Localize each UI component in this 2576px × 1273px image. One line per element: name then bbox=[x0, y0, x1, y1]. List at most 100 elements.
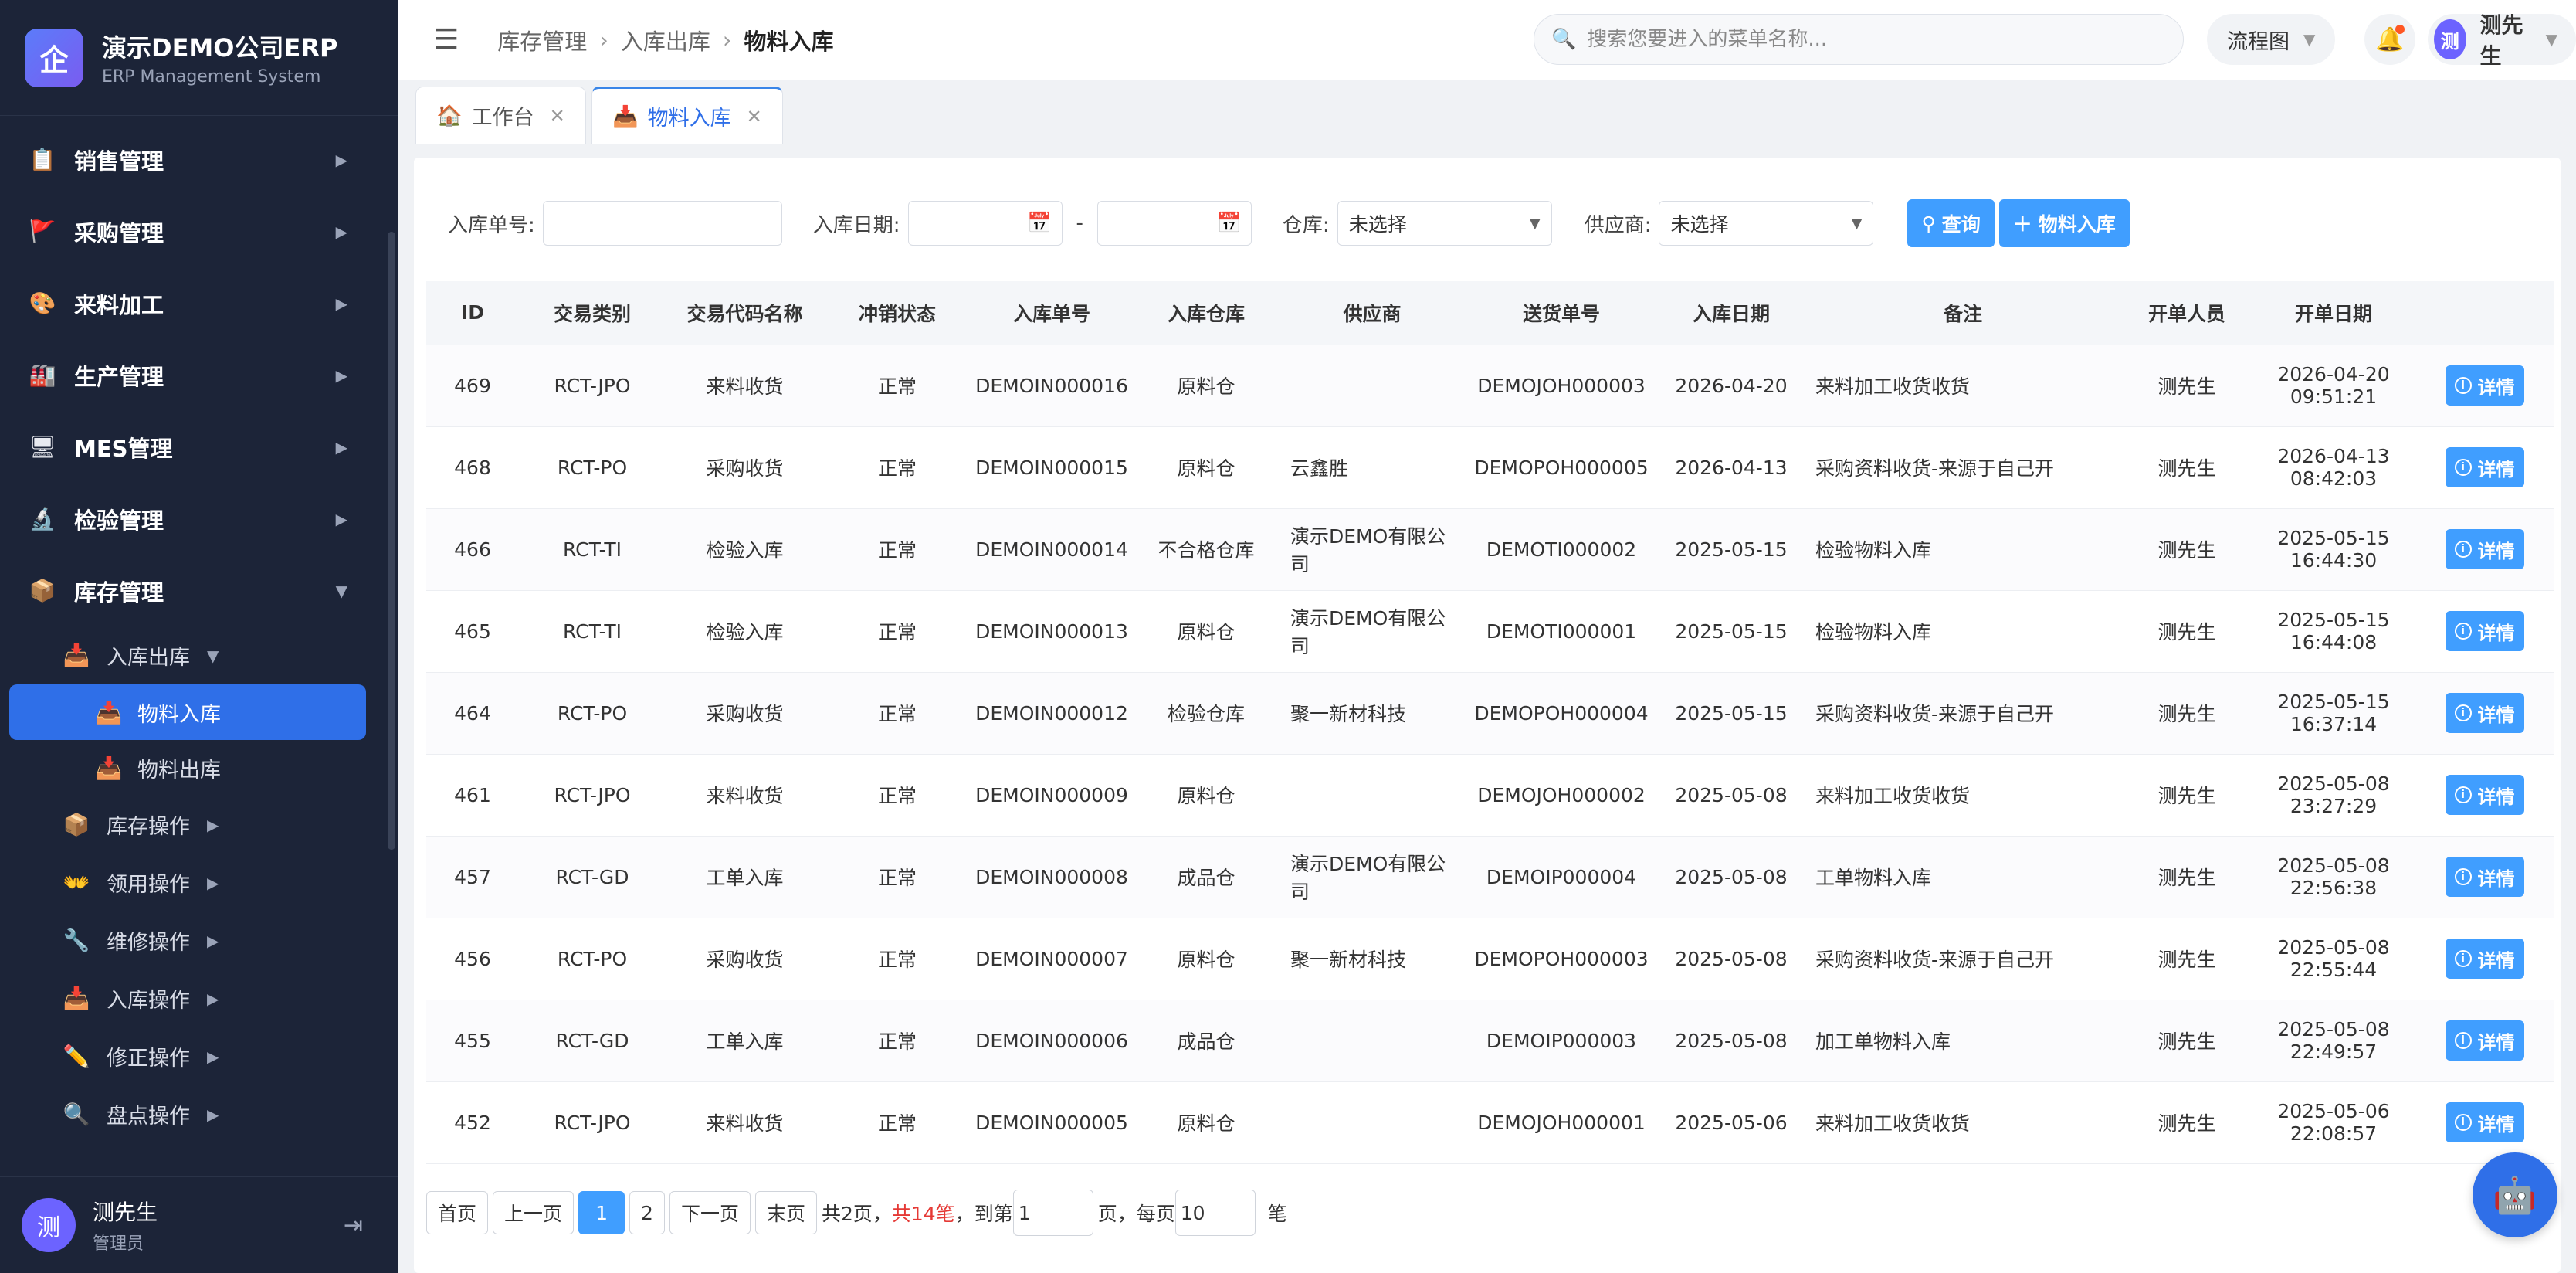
chevron-right-icon: ▶ bbox=[207, 989, 219, 1008]
sidebar-item-inventory[interactable]: 📦 库存管理 ▼ bbox=[0, 555, 386, 626]
flowchart-dropdown[interactable]: 流程图 ▼ bbox=[2207, 14, 2336, 65]
column-header[interactable]: 送货单号 bbox=[1465, 281, 1658, 345]
page-1-button[interactable]: 1 bbox=[578, 1191, 625, 1234]
table-row[interactable]: 457 RCT-GD 工单入库 正常 DEMOIN000008 成品仓 演示DEMO有限公司… bbox=[426, 836, 2554, 918]
next-page-button[interactable]: 下一页 bbox=[669, 1191, 751, 1234]
sidebar-leaf-material-in[interactable]: 📥 物料入库 bbox=[9, 684, 366, 740]
breadcrumb-current: 物料入库 bbox=[744, 28, 834, 55]
query-button[interactable]: ⚲ 查询 bbox=[1907, 199, 1995, 247]
goto-page-input[interactable]: 1 bbox=[1012, 1190, 1093, 1236]
chevron-down-icon: ▼ bbox=[207, 646, 219, 665]
column-header[interactable]: ID bbox=[426, 281, 519, 345]
prev-page-button[interactable]: 上一页 bbox=[493, 1191, 575, 1234]
sidebar-subitem-inbound[interactable]: 📥 入库操作 ▶ bbox=[0, 969, 386, 1027]
table-row[interactable]: 456 RCT-PO 采购收货 正常 DEMOIN000007 原料仓 聚一新材科技 DEMO… bbox=[426, 918, 2554, 1000]
detail-button[interactable]: i 详情 bbox=[2445, 1020, 2524, 1061]
breadcrumb-item[interactable]: 入库出库 bbox=[621, 24, 710, 56]
table-row[interactable]: 465 RCT-TI 检验入库 正常 DEMOIN000013 原料仓 演示DEMO有限公司… bbox=[426, 590, 2554, 673]
sidebar-subitem-stock-op[interactable]: 📦 库存操作 ▶ bbox=[0, 796, 386, 854]
start-date-picker[interactable]: 📅 bbox=[907, 201, 1063, 246]
logout-icon[interactable]: ⇥ bbox=[344, 1212, 363, 1239]
sidebar-item-sales[interactable]: 📋 销售管理 ▶ bbox=[0, 124, 386, 195]
close-icon[interactable]: ✕ bbox=[550, 105, 565, 127]
sidebar-subitem-label: 库存操作 bbox=[107, 815, 190, 839]
detail-button[interactable]: i 详情 bbox=[2445, 611, 2524, 651]
column-header[interactable]: 供应商 bbox=[1280, 281, 1465, 345]
last-page-button[interactable]: 末页 bbox=[754, 1191, 817, 1234]
cell-type: RCT-JPO bbox=[519, 1081, 666, 1164]
sidebar-subitem-label: 入库操作 bbox=[107, 989, 190, 1013]
detail-button[interactable]: i 详情 bbox=[2445, 447, 2524, 487]
column-header[interactable]: 交易类别 bbox=[519, 281, 666, 345]
add-material-in-button[interactable]: ＋ 物料入库 bbox=[1998, 199, 2130, 247]
column-header[interactable]: 入库单号 bbox=[971, 281, 1133, 345]
column-header[interactable]: 冲销状态 bbox=[824, 281, 971, 345]
detail-button[interactable]: i 详情 bbox=[2445, 1102, 2524, 1142]
column-header[interactable]: 入库日期 bbox=[1658, 281, 1805, 345]
header-user-menu[interactable]: 测 测先生 ▼ bbox=[2428, 12, 2576, 69]
sidebar-subitem-repair[interactable]: 🔧 维修操作 ▶ bbox=[0, 911, 386, 969]
sidebar-item-production[interactable]: 🏭 生产管理 ▶ bbox=[0, 339, 386, 411]
chevron-right-icon: ▶ bbox=[207, 873, 219, 892]
sidebar-subitem-requisition[interactable]: 👐 领用操作 ▶ bbox=[0, 854, 386, 911]
table-row[interactable]: 455 RCT-GD 工单入库 正常 DEMOIN000006 成品仓 DEMOIP0000… bbox=[426, 1000, 2554, 1082]
detail-button[interactable]: i 详情 bbox=[2445, 365, 2524, 406]
sidebar-subitem-in-out[interactable]: 📥 入库出库 ▼ bbox=[0, 626, 386, 684]
notification-bell-icon[interactable]: 🔔 bbox=[2364, 14, 2415, 65]
table-row[interactable]: 469 RCT-JPO 来料收货 正常 DEMOIN000016 原料仓 DEMOJOH00… bbox=[426, 345, 2554, 427]
sidebar-leaf-material-out[interactable]: 📥 物料出库 bbox=[0, 740, 386, 796]
sidebar-scrollbar[interactable] bbox=[388, 232, 395, 850]
column-header[interactable]: 备注 bbox=[1805, 281, 2121, 345]
sidebar-item-mes[interactable]: 🖥 MES管理 ▶ bbox=[0, 411, 386, 483]
hamburger-menu-icon[interactable]: ☰ bbox=[434, 24, 459, 56]
end-date-picker[interactable]: 📅 bbox=[1096, 201, 1252, 246]
warehouse-select[interactable]: 未选择 ▼ bbox=[1337, 201, 1552, 246]
detail-button[interactable]: i 详情 bbox=[2445, 857, 2524, 897]
column-header[interactable]: 交易代码名称 bbox=[666, 281, 824, 345]
detail-button[interactable]: i 详情 bbox=[2445, 693, 2524, 733]
table-row[interactable]: 468 RCT-PO 采购收货 正常 DEMOIN000015 原料仓 云鑫胜 DEMOPOH… bbox=[426, 426, 2554, 509]
first-page-button[interactable]: 首页 bbox=[426, 1191, 489, 1234]
cell-type: RCT-PO bbox=[519, 426, 666, 509]
detail-button[interactable]: i 详情 bbox=[2445, 939, 2524, 979]
column-header[interactable]: 开单日期 bbox=[2252, 281, 2415, 345]
table-row[interactable]: 464 RCT-PO 采购收货 正常 DEMOIN000012 检验仓库 聚一新材科技 DEM… bbox=[426, 672, 2554, 755]
column-header[interactable]: 入库仓库 bbox=[1133, 281, 1280, 345]
breadcrumb-item[interactable]: 库存管理 bbox=[497, 24, 587, 56]
cell-operator: 测先生 bbox=[2121, 1081, 2252, 1164]
column-header[interactable]: 开单人员 bbox=[2121, 281, 2252, 345]
close-icon[interactable]: ✕ bbox=[747, 106, 762, 127]
table-row[interactable]: 452 RCT-JPO 来料收货 正常 DEMOIN000005 原料仓 DEMOJOH00… bbox=[426, 1081, 2554, 1164]
chevron-right-icon: ▶ bbox=[335, 437, 347, 457]
detail-button-label: 详情 bbox=[2477, 376, 2515, 399]
order-no-input[interactable] bbox=[542, 201, 782, 246]
cell-delivery-no: DEMOJOH000002 bbox=[1465, 754, 1658, 837]
tab-workbench[interactable]: 🏠 工作台 ✕ bbox=[415, 87, 586, 144]
cell-operator: 测先生 bbox=[2121, 426, 2252, 509]
page-2-button[interactable]: 2 bbox=[629, 1191, 665, 1234]
sidebar-item-purchase[interactable]: 🚩 采购管理 ▶ bbox=[0, 195, 386, 267]
tab-material-in[interactable]: 📥 物料入库 ✕ bbox=[591, 87, 783, 144]
created-date: 2025-05-08 bbox=[2277, 936, 2390, 959]
page-size-input[interactable]: 10 bbox=[1174, 1190, 1256, 1236]
cell-action: i 详情 bbox=[2415, 754, 2554, 837]
cell-date: 2025-05-06 bbox=[1658, 1081, 1805, 1164]
query-button-label: 查询 bbox=[1941, 213, 1981, 236]
table-row[interactable]: 466 RCT-TI 检验入库 正常 DEMOIN000014 不合格仓库 演示DEMO有限… bbox=[426, 508, 2554, 591]
main-content: 入库单号: 入库日期: 📅 - 📅 仓库: 未选择 ▼ 供应商: 未选择 ▼ ⚲… bbox=[414, 158, 2561, 1273]
size-unit-label: 笔 bbox=[1267, 1203, 1287, 1225]
sidebar-subitem-correction[interactable]: ✏️ 修正操作 ▶ bbox=[0, 1027, 386, 1085]
detail-button[interactable]: i 详情 bbox=[2445, 529, 2524, 569]
cell-delivery-no: DEMOJOH000001 bbox=[1465, 1081, 1658, 1164]
top-header: ☰ 库存管理 › 入库出库 › 物料入库 🔍 流程图 ▼ 🔔 测 测先生 ▼ bbox=[398, 0, 2576, 80]
supplier-select[interactable]: 未选择 ▼ bbox=[1659, 201, 1874, 246]
search-input[interactable] bbox=[1587, 28, 2144, 51]
sidebar-item-processing[interactable]: 🎨 来料加工 ▶ bbox=[0, 267, 386, 339]
sidebar-item-inspection[interactable]: 🔬 检验管理 ▶ bbox=[0, 483, 386, 555]
avatar[interactable]: 测 bbox=[22, 1198, 76, 1252]
table-row[interactable]: 461 RCT-JPO 来料收货 正常 DEMOIN000009 原料仓 DEMOJOH00… bbox=[426, 754, 2554, 837]
sidebar-subitem-stocktake[interactable]: 🔍 盘点操作 ▶ bbox=[0, 1085, 386, 1143]
created-date: 2025-05-08 bbox=[2277, 772, 2390, 795]
assistant-bot-icon[interactable]: 🤖 bbox=[2473, 1152, 2557, 1237]
detail-button[interactable]: i 详情 bbox=[2445, 775, 2524, 815]
